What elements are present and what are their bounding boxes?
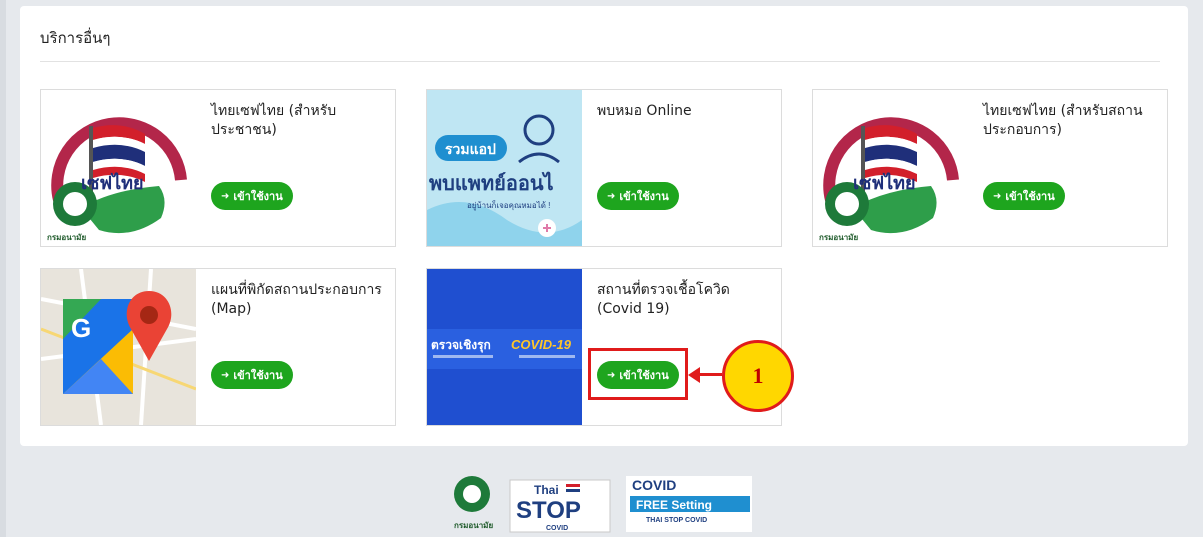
service-card-thaisavethai-business: เซฟไทย กรมอนามัย ไทยเซฟไทย (สำหรับสถานปร… xyxy=(812,89,1168,247)
thumb-line1: รวมแอป xyxy=(445,141,496,157)
thumb-caption: กรมอนามัย xyxy=(819,233,858,242)
enter-button[interactable]: ➜ เข้าใช้งาน xyxy=(983,182,1065,210)
footer-logo2-top: Thai xyxy=(534,483,559,497)
page-left-edge xyxy=(0,0,6,537)
sign-in-icon: ➜ xyxy=(221,190,230,202)
footer-logo3-top: COVID xyxy=(632,477,676,493)
service-card-see-doctor-online: รวมแอป พบแพทย์ออนไ อยู่บ้านก็เจอคุณหมอได… xyxy=(426,89,782,247)
step-number-badge: 1 xyxy=(722,340,794,412)
thumb-caption: กรมอนามัย xyxy=(47,233,86,242)
card-title: ไทยเซฟไทย (สำหรับสถานประกอบการ) xyxy=(983,103,1143,138)
service-card-business-map: G แผนที่พิกัดสถานประกอบการ (Map) ➜ เข้าใ… xyxy=(40,268,396,426)
enter-button-label: เข้าใช้งาน xyxy=(619,190,669,203)
card-title: แผนที่พิกัดสถานประกอบการ (Map) xyxy=(211,282,382,317)
see-doctor-online-image: รวมแอป พบแพทย์ออนไ อยู่บ้านก็เจอคุณหมอได… xyxy=(427,90,582,246)
covid-testing-banner-image: ตรวจเชิงรุก COVID-19 xyxy=(427,269,582,425)
divider xyxy=(40,61,1160,62)
enter-button[interactable]: ➜ เข้าใช้งาน xyxy=(211,182,293,210)
footer-logo2-sub: COVID xyxy=(546,525,568,532)
highlight-box xyxy=(588,348,688,400)
sign-in-icon: ➜ xyxy=(993,190,1002,202)
thumb-text: เซฟไทย xyxy=(853,172,916,193)
card-title: พบหมอ Online xyxy=(597,103,692,119)
sign-in-icon: ➜ xyxy=(221,369,230,381)
thaisavethai-logo-image: เซฟไทย กรมอนามัย xyxy=(813,90,968,246)
thumb-text: เซฟไทย xyxy=(81,172,144,193)
enter-button-label: เข้าใช้งาน xyxy=(1005,190,1055,203)
footer-logos: กรมอนามัย Thai STOP COVID COVID FREE Set… xyxy=(450,470,770,534)
footer-logo1-caption: กรมอนามัย xyxy=(454,521,493,530)
enter-button-label: เข้าใช้งาน xyxy=(233,369,283,382)
footer-logo3-main: FREE Setting xyxy=(636,498,712,512)
card-title: ไทยเซฟไทย (สำหรับประชาชน) xyxy=(211,103,337,138)
thaisavethai-logo-image: เซฟไทย กรมอนามัย xyxy=(41,90,196,246)
sign-in-icon: ➜ xyxy=(607,190,616,202)
enter-button[interactable]: ➜ เข้าใช้งาน xyxy=(211,361,293,389)
thumb-line2: พบแพทย์ออนไ xyxy=(429,171,554,195)
google-maps-image: G xyxy=(41,269,196,425)
footer-logo2-main: STOP xyxy=(516,497,581,524)
thumb-line2: COVID-19 xyxy=(511,337,572,352)
arrow-left-icon xyxy=(688,367,700,383)
enter-button-label: เข้าใช้งาน xyxy=(233,190,283,203)
footer-logo3-sub: THAI STOP COVID xyxy=(646,517,707,524)
panel-title: บริการอื่นๆ xyxy=(40,29,111,47)
enter-button[interactable]: ➜ เข้าใช้งาน xyxy=(597,182,679,210)
thumb-letter: G xyxy=(71,313,91,343)
thumb-line1: ตรวจเชิงรุก xyxy=(431,338,491,353)
service-card-covid-testing-sites: ตรวจเชิงรุก COVID-19 สถานที่ตรวจเชื้อโคว… xyxy=(426,268,782,426)
thumb-line3: อยู่บ้านก็เจอคุณหมอได้ ! xyxy=(467,200,550,211)
card-title: สถานที่ตรวจเชื้อโควิด (Covid 19) xyxy=(597,282,730,317)
service-card-thaisavethai-public: เซฟไทย กรมอนามัย ไทยเซฟไทย (สำหรับประชาช… xyxy=(40,89,396,247)
